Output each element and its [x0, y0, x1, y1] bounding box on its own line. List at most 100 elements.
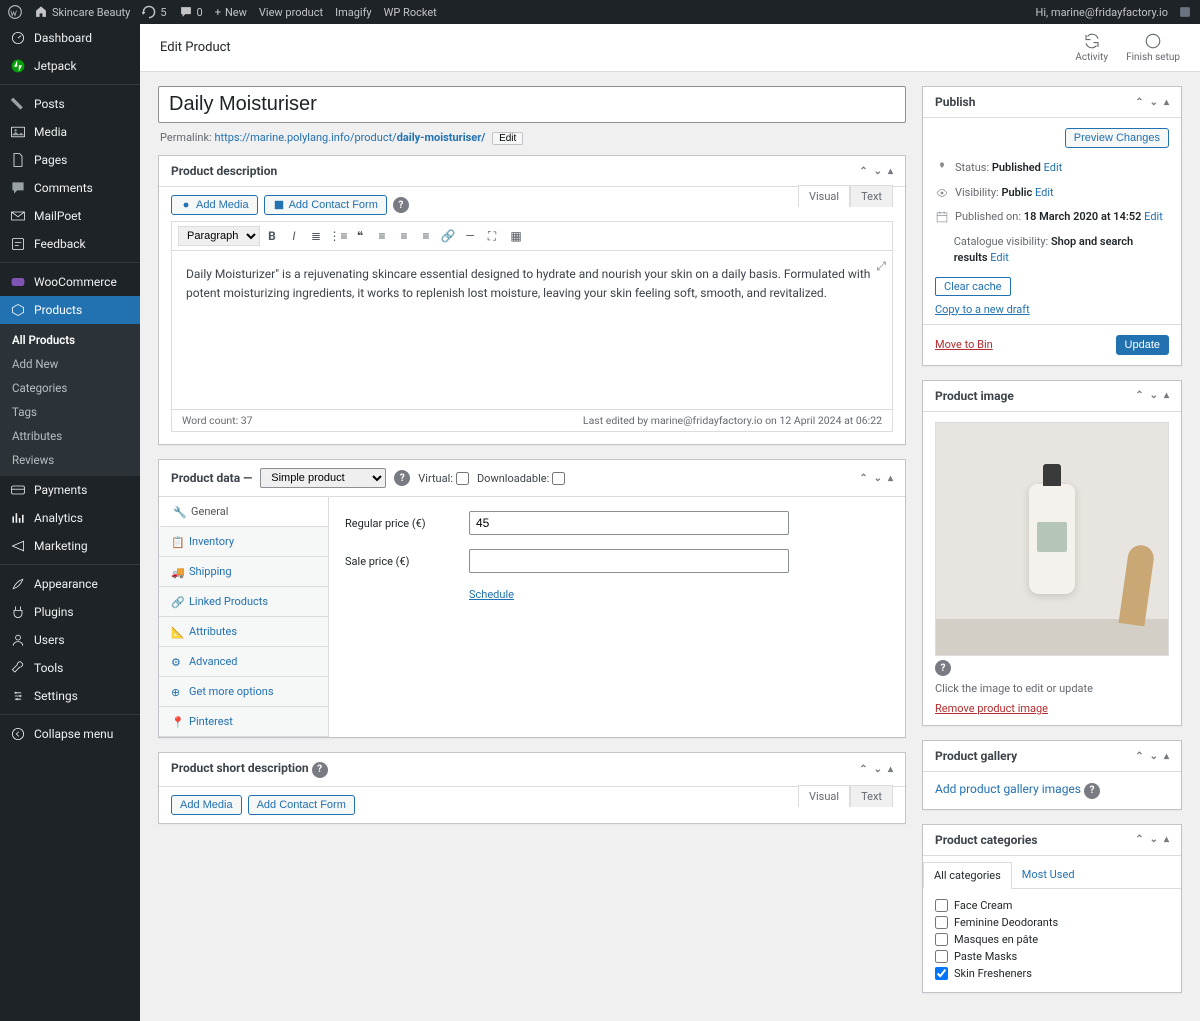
- greeting[interactable]: Hi, marine@fridayfactory.io: [1036, 5, 1192, 19]
- remove-product-image-link[interactable]: Remove product image: [935, 702, 1048, 715]
- edit-visibility-link[interactable]: Edit: [1035, 186, 1054, 199]
- number-list-icon[interactable]: ⋮≡: [328, 226, 348, 246]
- permalink-edit-button[interactable]: Edit: [492, 132, 523, 145]
- edit-date-link[interactable]: Edit: [1144, 210, 1163, 223]
- update-button[interactable]: Update: [1116, 335, 1169, 355]
- schedule-link[interactable]: Schedule: [469, 588, 514, 601]
- help-icon[interactable]: ?: [312, 762, 328, 778]
- menu-comments[interactable]: Comments: [0, 174, 140, 202]
- toggle-icon[interactable]: ▴: [1164, 834, 1169, 845]
- submenu-all-products[interactable]: All Products: [0, 328, 140, 352]
- category-item[interactable]: Paste Masks: [935, 948, 1169, 965]
- product-image[interactable]: [935, 422, 1169, 656]
- view-product[interactable]: View product: [259, 6, 323, 19]
- move-down-icon[interactable]: ⌄: [1150, 390, 1158, 401]
- menu-plugins[interactable]: Plugins: [0, 598, 140, 626]
- menu-settings[interactable]: Settings: [0, 682, 140, 710]
- clear-cache-button[interactable]: Clear cache: [935, 277, 1011, 296]
- move-down-icon[interactable]: ⌄: [874, 473, 882, 484]
- menu-payments[interactable]: Payments: [0, 476, 140, 504]
- comments[interactable]: 0: [179, 5, 203, 19]
- tab-general[interactable]: 🔧General: [159, 497, 328, 527]
- move-down-icon[interactable]: ⌄: [1150, 751, 1158, 762]
- toggle-icon[interactable]: ▴: [1164, 390, 1169, 401]
- wp-logo[interactable]: [8, 5, 22, 19]
- activity-button[interactable]: Activity: [1075, 32, 1108, 63]
- menu-tools[interactable]: Tools: [0, 654, 140, 682]
- move-up-icon[interactable]: ⌃: [1135, 390, 1143, 401]
- help-icon[interactable]: ?: [394, 470, 410, 486]
- align-center-icon[interactable]: ≡: [394, 226, 414, 246]
- regular-price-input[interactable]: [469, 511, 789, 535]
- submenu-tags[interactable]: Tags: [0, 400, 140, 424]
- product-title-input[interactable]: [158, 86, 906, 123]
- edit-status-link[interactable]: Edit: [1044, 161, 1063, 174]
- move-up-icon[interactable]: ⌃: [1135, 751, 1143, 762]
- permalink-link[interactable]: https://marine.polylang.info/product/dai…: [214, 131, 485, 144]
- visual-tab[interactable]: Visual: [798, 185, 850, 207]
- move-down-icon[interactable]: ⌄: [1150, 834, 1158, 845]
- align-right-icon[interactable]: ≡: [416, 226, 436, 246]
- toggle-icon[interactable]: ▴: [1164, 751, 1169, 762]
- visual-tab[interactable]: Visual: [798, 785, 850, 807]
- menu-woocommerce[interactable]: WooCommerce: [0, 268, 140, 296]
- italic-icon[interactable]: I: [284, 226, 304, 246]
- distraction-free-icon[interactable]: ⤢: [876, 257, 886, 276]
- add-media-button[interactable]: Add Media: [171, 795, 242, 815]
- menu-products[interactable]: Products: [0, 296, 140, 324]
- add-gallery-images-link[interactable]: Add product gallery images: [935, 782, 1081, 796]
- add-contact-form-button[interactable]: Add Contact Form: [264, 195, 387, 215]
- downloadable-checkbox[interactable]: Downloadable:: [477, 472, 565, 485]
- site-name[interactable]: Skincare Beauty: [34, 5, 130, 19]
- toggle-icon[interactable]: ▴: [888, 473, 893, 484]
- submenu-add-new[interactable]: Add New: [0, 352, 140, 376]
- move-up-icon[interactable]: ⌃: [1135, 97, 1143, 108]
- sale-price-input[interactable]: [469, 549, 789, 573]
- submenu-reviews[interactable]: Reviews: [0, 448, 140, 472]
- new-content[interactable]: + New: [215, 6, 247, 19]
- help-icon[interactable]: ?: [1084, 783, 1100, 799]
- imagify[interactable]: Imagify: [335, 6, 372, 19]
- add-media-button[interactable]: Add Media: [171, 195, 258, 215]
- move-down-icon[interactable]: ⌄: [874, 764, 882, 775]
- category-item[interactable]: Masques en pâte: [935, 931, 1169, 948]
- menu-jetpack[interactable]: Jetpack: [0, 52, 140, 80]
- move-up-icon[interactable]: ⌃: [1135, 834, 1143, 845]
- help-icon[interactable]: ?: [935, 660, 951, 676]
- link-icon[interactable]: 🔗: [438, 226, 458, 246]
- virtual-checkbox[interactable]: Virtual:: [418, 472, 469, 485]
- bullet-list-icon[interactable]: ≣: [306, 226, 326, 246]
- add-contact-form-button[interactable]: Add Contact Form: [248, 795, 355, 815]
- submenu-categories[interactable]: Categories: [0, 376, 140, 400]
- preview-changes-button[interactable]: Preview Changes: [1065, 128, 1169, 148]
- submenu-attributes[interactable]: Attributes: [0, 424, 140, 448]
- help-icon[interactable]: ?: [393, 197, 409, 213]
- quote-icon[interactable]: ❝: [350, 226, 370, 246]
- toolbar-toggle-icon[interactable]: ▦: [504, 226, 528, 246]
- menu-appearance[interactable]: Appearance: [0, 570, 140, 598]
- tab-attributes[interactable]: 📐Attributes: [159, 617, 328, 647]
- menu-dashboard[interactable]: Dashboard: [0, 24, 140, 52]
- tab-inventory[interactable]: 📋Inventory: [159, 527, 328, 557]
- copy-draft-link[interactable]: Copy to a new draft: [935, 303, 1030, 316]
- menu-users[interactable]: Users: [0, 626, 140, 654]
- move-down-icon[interactable]: ⌄: [874, 166, 882, 177]
- tab-linked[interactable]: 🔗Linked Products: [159, 587, 328, 617]
- menu-media[interactable]: Media: [0, 118, 140, 146]
- tab-more-options[interactable]: ⊕Get more options: [159, 677, 328, 707]
- move-up-icon[interactable]: ⌃: [859, 473, 867, 484]
- move-up-icon[interactable]: ⌃: [859, 764, 867, 775]
- menu-analytics[interactable]: Analytics: [0, 504, 140, 532]
- edit-catalog-link[interactable]: Edit: [990, 251, 1009, 264]
- menu-feedback[interactable]: Feedback: [0, 230, 140, 258]
- most-used-tab[interactable]: Most Used: [1012, 862, 1085, 888]
- bold-icon[interactable]: B: [262, 226, 282, 246]
- menu-mailpoet[interactable]: MailPoet: [0, 202, 140, 230]
- move-to-bin-link[interactable]: Move to Bin: [935, 338, 993, 351]
- product-type-select[interactable]: Simple product: [260, 468, 386, 488]
- all-categories-tab[interactable]: All categories: [923, 862, 1012, 889]
- fullscreen-icon[interactable]: ⛶: [482, 226, 502, 246]
- move-down-icon[interactable]: ⌄: [1150, 97, 1158, 108]
- finish-setup-button[interactable]: Finish setup: [1126, 32, 1180, 63]
- editor-content[interactable]: Daily Moisturizer" is a rejuvenating ski…: [171, 250, 893, 410]
